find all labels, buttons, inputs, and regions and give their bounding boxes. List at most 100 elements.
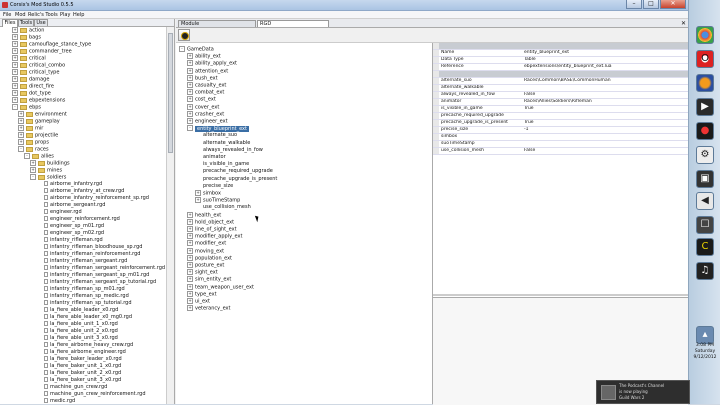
rgd-tree-item[interactable]: + cost_ext [187, 96, 216, 103]
expand-toggle-icon[interactable]: + [12, 90, 18, 96]
file-tree-item[interactable]: airborne_infantry_reinforcement_sp.rgd [36, 195, 149, 202]
property-row[interactable]: animator Races\Allies\Soldiers\Rifleman [433, 99, 688, 106]
expand-toggle-icon[interactable]: + [18, 139, 24, 145]
rgd-tree-item[interactable]: alternate_walkable [195, 140, 250, 147]
expand-toggle-icon[interactable]: + [12, 97, 18, 103]
app2-icon[interactable]: ☐ [696, 216, 714, 234]
expand-toggle-icon[interactable]: - [187, 125, 193, 132]
file-tree-item[interactable]: la_fiere_airborne_engineer.rgd [36, 349, 126, 356]
expand-toggle-icon[interactable]: + [187, 211, 193, 218]
file-tree-item[interactable]: infantry_rifleman_bloodhouse_sp.rgd [36, 244, 142, 251]
rgd-tree-item[interactable]: + posture_ext [187, 262, 224, 269]
menu-mod[interactable]: Mod [15, 12, 26, 18]
scroll-thumb[interactable] [168, 33, 173, 153]
file-tree-item[interactable]: + dot_type [12, 90, 51, 97]
expand-toggle-icon[interactable]: + [187, 290, 193, 297]
rgd-tree-item[interactable]: + crasher_ext [187, 110, 224, 118]
file-tree-item[interactable]: + buildings [30, 160, 70, 167]
file-tree-item[interactable]: + critical_type [12, 69, 59, 76]
file-tree-item[interactable]: + bags [12, 34, 41, 41]
rgd-tree-item[interactable]: precise_size [195, 183, 233, 190]
expand-toggle-icon[interactable]: + [18, 132, 24, 138]
rgd-tree-item[interactable]: + suoTimeStamp [195, 197, 240, 204]
rgd-tree-item[interactable]: precache_required_upgrade [195, 168, 273, 175]
rgd-tree-item[interactable]: + hold_object_ext [187, 218, 234, 226]
file-tree-item[interactable]: engineer.rgd [36, 209, 82, 216]
expand-toggle-icon[interactable]: + [187, 233, 193, 240]
tab-use[interactable]: Use [34, 19, 48, 26]
rgd-tree-item[interactable]: + team_weapon_user_ext [187, 283, 254, 291]
close-button[interactable]: ✕ [660, 0, 686, 9]
rgd-tree-item[interactable]: + sight_ext [187, 269, 218, 276]
rgd-tree-item[interactable]: + ability_apply_ext [187, 60, 237, 67]
property-row[interactable]: precache_required_upgrade [433, 113, 688, 120]
expand-toggle-icon[interactable]: + [187, 247, 193, 254]
expand-toggle-icon[interactable]: + [18, 125, 24, 131]
file-tree-item[interactable]: + commander_tree [12, 48, 72, 55]
file-tree[interactable]: + action + bags + camouflage_stance_type + comm… [0, 27, 166, 404]
expand-toggle-icon[interactable]: + [187, 118, 193, 124]
file-tree-item[interactable]: la_fiere_able_unit_2_x0.rgd [36, 328, 118, 335]
expand-toggle-icon[interactable]: + [195, 197, 201, 204]
file-tree-item[interactable]: infantry_rifleman_sergeant_sp_tutorial.r… [36, 279, 156, 286]
expand-toggle-icon[interactable]: + [195, 190, 201, 196]
tab-tools[interactable]: Tools [18, 19, 34, 26]
rgd-tree-item[interactable]: alternate_suo [195, 132, 237, 139]
expand-toggle-icon[interactable]: + [187, 103, 193, 110]
file-tree-item[interactable]: + camouflage_stance_type [12, 41, 91, 48]
file-tree-item[interactable]: airborne_infantry.rgd [36, 181, 102, 188]
rgd-tree-item[interactable]: + attention_ext [187, 67, 228, 75]
expand-toggle-icon[interactable]: + [30, 167, 36, 173]
rgd-tree-item[interactable]: + type_ext [187, 290, 217, 298]
rgd-tree-item[interactable]: + modifier_ext [187, 240, 226, 247]
tab-files[interactable]: Files [2, 19, 18, 27]
rgd-tree-item[interactable]: + modifier_apply_ext [187, 233, 242, 240]
file-tree-item[interactable]: + critical_combo [12, 62, 65, 69]
file-tree-scrollbar[interactable] [166, 27, 174, 404]
file-tree-item[interactable]: + mir [18, 125, 43, 132]
expand-toggle-icon[interactable]: + [187, 276, 193, 283]
file-tree-item[interactable]: + critical [12, 55, 46, 62]
expand-toggle-icon[interactable]: + [18, 111, 24, 117]
expand-toggle-icon[interactable]: + [187, 60, 193, 67]
menu-relics-tools[interactable]: Relic's Tools [28, 12, 58, 18]
file-tree-item[interactable]: infantry_rifleman_sp_tutorial.rgd [36, 300, 132, 307]
file-tree-item[interactable]: la_fiere_baker_unit_1_x0.rgd [36, 363, 121, 370]
rgd-tree-item[interactable]: - GameData [179, 46, 214, 53]
record-icon[interactable]: ● [696, 122, 714, 140]
expand-toggle-icon[interactable]: + [187, 218, 193, 225]
rgd-tree-item[interactable]: + ui_ext [187, 298, 210, 305]
minimize-button[interactable]: – [626, 0, 642, 9]
expand-toggle-icon[interactable]: + [12, 69, 18, 75]
rgd-tree-item[interactable]: + line_of_sight_ext [187, 226, 237, 233]
property-row[interactable]: Reference ebpextensions\entity_blueprint_… [433, 64, 688, 71]
cyan-icon[interactable]: C [696, 238, 714, 256]
expand-toggle-icon[interactable]: - [12, 104, 18, 110]
rgd-tree-item[interactable]: + combat_ext [187, 89, 224, 96]
file-tree-item[interactable]: machine_gun_crew_reinforcement.rgd [36, 391, 146, 398]
file-tree-item[interactable]: airborne_sergeant.rgd [36, 202, 105, 209]
expand-toggle-icon[interactable]: - [24, 153, 30, 159]
rgd-tree-item[interactable]: + moving_ext [187, 247, 224, 255]
file-tree-item[interactable]: - allies [24, 153, 54, 160]
menu-help[interactable]: Help [73, 12, 84, 18]
property-value[interactable]: True [524, 106, 684, 112]
property-value[interactable]: ebpextensions\entity_blueprint_ext.lua [524, 64, 684, 70]
expand-toggle-icon[interactable]: + [187, 89, 193, 96]
expand-toggle-icon[interactable]: + [12, 48, 18, 54]
property-value[interactable]: Races\Common\BASE\CommonHuman [524, 78, 684, 84]
steam-icon[interactable]: ⚙ [696, 146, 714, 164]
expand-toggle-icon[interactable]: + [12, 55, 18, 61]
expand-toggle-icon[interactable]: - [18, 146, 24, 152]
app-icon[interactable]: ▣ [696, 170, 714, 188]
property-row[interactable]: alternate_walkable [433, 85, 688, 92]
file-tree-item[interactable]: infantry_rifleman_reinforcement.rgd [36, 251, 140, 258]
property-row[interactable]: always_revealed_in_fow False [433, 92, 688, 99]
rgd-tree-item[interactable]: + health_ext [187, 211, 221, 219]
file-tree-item[interactable]: + mines [30, 167, 62, 174]
file-tree-item[interactable]: infantry_rifleman_sergeant.rgd [36, 258, 127, 265]
property-row[interactable]: precise_size -1 [433, 127, 688, 134]
rgd-tree-item[interactable]: + simbox [195, 190, 221, 197]
expand-toggle-icon[interactable]: + [187, 283, 193, 290]
expand-toggle-icon[interactable]: + [187, 96, 193, 103]
